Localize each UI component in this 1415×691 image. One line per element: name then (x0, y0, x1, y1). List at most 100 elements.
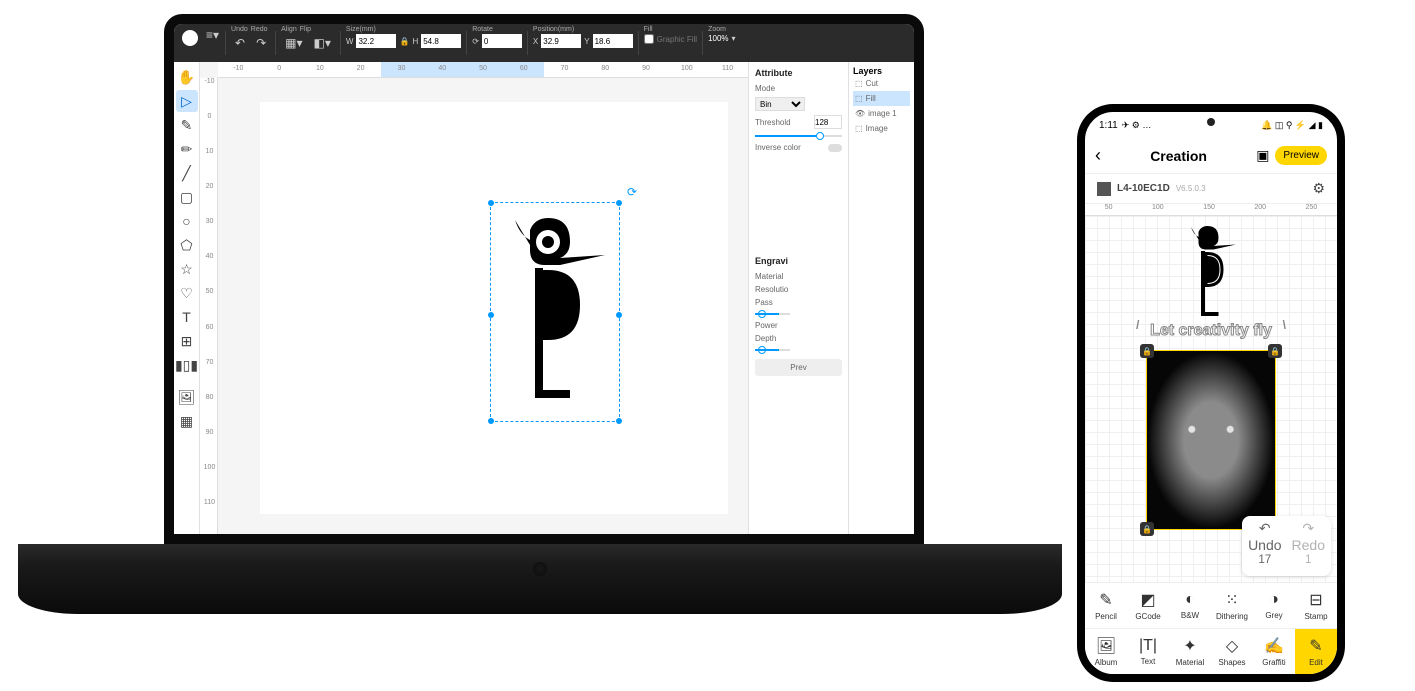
x-input[interactable] (541, 34, 581, 48)
pen-tool[interactable]: ✎ (176, 114, 198, 136)
tool-shapes[interactable]: ◇Shapes (1211, 629, 1253, 674)
canvas-area[interactable]: -100102030405060708090100110 -1001020304… (200, 62, 748, 534)
select-tool[interactable]: ▷ (176, 90, 198, 112)
threshold-slider[interactable] (755, 135, 842, 137)
menu-button[interactable]: ≡▾ (202, 26, 223, 44)
star-tool[interactable]: ☆ (176, 258, 198, 280)
line-tool[interactable]: ╱ (176, 162, 198, 184)
mode-grey[interactable]: ◑Grey (1253, 583, 1295, 628)
phone-canvas[interactable]: 50100150200250 Let creativity fly 🔒 🔒 🔒 … (1085, 204, 1337, 582)
tool-album[interactable]: 🖼Album (1085, 629, 1127, 674)
horizontal-ruler: -100102030405060708090100110 (218, 62, 748, 78)
album-icon: 🖼 (1096, 636, 1116, 656)
layer-item[interactable]: 👁image 1 (853, 106, 910, 121)
resize-handle[interactable] (616, 312, 622, 318)
mode-select[interactable]: Bin (755, 97, 805, 111)
lock-aspect-icon[interactable]: 🔒 (399, 37, 409, 46)
resize-handle[interactable] (616, 418, 622, 424)
page-title: Creation (1107, 148, 1250, 164)
rotate-handle-icon[interactable]: ⟳ (627, 185, 637, 199)
polygon-tool[interactable]: ⬠ (176, 234, 198, 256)
hand-tool[interactable]: ✋ (176, 66, 198, 88)
save-button[interactable]: ▣ (1256, 147, 1269, 164)
image-tool[interactable]: 🖼 (176, 386, 198, 408)
ellipse-tool[interactable]: ○ (176, 210, 198, 232)
depth-label: Depth (755, 334, 776, 343)
phone-undo-button[interactable]: ↶ Undo17 (1248, 520, 1281, 572)
lock-handle-icon[interactable]: 🔒 (1140, 522, 1154, 536)
heart-tool[interactable]: ♡ (176, 282, 198, 304)
layer-item[interactable]: ⬚Cut (853, 76, 910, 91)
tiger-image[interactable]: 🔒 🔒 🔒 ⤡ (1146, 350, 1276, 530)
threshold-input[interactable] (814, 115, 842, 129)
layer-name: Cut (866, 79, 878, 88)
inverse-toggle[interactable] (828, 144, 842, 152)
zoom-value[interactable]: 100% (708, 34, 728, 43)
app-logo-icon[interactable] (182, 30, 198, 46)
grey-icon: ◑ (1269, 591, 1279, 609)
phone-camera (1207, 118, 1215, 126)
text-icon: |T| (1139, 637, 1157, 655)
layer-icon: ⬚ (855, 79, 863, 88)
tool-text[interactable]: |T|Text (1127, 629, 1169, 674)
height-input[interactable] (421, 34, 461, 48)
tool-graffiti[interactable]: ✍Graffiti (1253, 629, 1295, 674)
tool-material[interactable]: ✦Material (1169, 629, 1211, 674)
mode-b&w[interactable]: ◐B&W (1169, 583, 1211, 628)
mode-stamp[interactable]: ⊟Stamp (1295, 583, 1337, 628)
rect-tool[interactable]: ▢ (176, 186, 198, 208)
depth-slider[interactable] (755, 349, 790, 351)
phone-bird-logo[interactable] (1181, 222, 1241, 322)
material-icon: ✦ (1183, 636, 1196, 656)
preview-button[interactable]: Prev (755, 359, 842, 376)
flip-button[interactable]: ◧▾ (310, 34, 335, 52)
bird-logo-image[interactable] (500, 210, 610, 410)
align-button[interactable]: ▦▾ (281, 34, 306, 52)
lock-handle-icon[interactable]: 🔒 (1268, 344, 1282, 358)
preview-button[interactable]: Preview (1275, 146, 1327, 165)
mode-gcode[interactable]: ◩GCode (1127, 583, 1169, 628)
back-button[interactable]: ‹ (1095, 145, 1101, 166)
size-label: Size(mm) (346, 26, 461, 33)
rotate-input[interactable] (482, 34, 522, 48)
threshold-label: Threshold (755, 118, 791, 127)
width-input[interactable] (356, 34, 396, 48)
resize-handle[interactable] (488, 418, 494, 424)
qr-tool[interactable]: ⊞ (176, 330, 198, 352)
settings-button[interactable]: ⚙ (1312, 180, 1325, 197)
layer-item[interactable]: ⬚Image (853, 121, 910, 136)
phone-redo-button[interactable]: ↷ Redo1 (1292, 520, 1325, 572)
layer-item[interactable]: ⬚Fill (853, 91, 910, 106)
rotate-label: Rotate (472, 26, 522, 33)
h-prefix: H (412, 37, 418, 46)
mode-pencil[interactable]: ✎Pencil (1085, 583, 1127, 628)
undo-label: Undo (231, 26, 248, 33)
lock-handle-icon[interactable]: 🔒 (1140, 344, 1154, 358)
mode-dithering[interactable]: ⁙Dithering (1211, 583, 1253, 628)
resize-handle[interactable] (616, 200, 622, 206)
redo-label: Redo (251, 26, 268, 33)
undo-button[interactable]: ↶ (231, 34, 249, 52)
redo-button[interactable]: ↷ (252, 34, 270, 52)
redo-icon: ↷ (1292, 520, 1325, 537)
device-version: V6.5.0.3 (1176, 184, 1206, 193)
tool-edit[interactable]: ✎Edit (1295, 629, 1337, 674)
barcode-tool[interactable]: ▮▯▮ (176, 354, 198, 376)
resize-handle[interactable] (488, 312, 494, 318)
zoom-dropdown-icon[interactable]: ▾ (732, 34, 736, 43)
pass-slider[interactable] (755, 313, 790, 315)
device-name: L4-10EC1D (1117, 183, 1170, 194)
text-tool[interactable]: T (176, 306, 198, 328)
edit-icon: ✎ (1309, 636, 1322, 656)
creativity-text[interactable]: Let creativity fly (1150, 322, 1272, 340)
layer-icon: 👁 (855, 109, 865, 118)
attribute-title: Attribute (755, 68, 842, 78)
folder-tool[interactable]: ▦ (176, 410, 198, 432)
resize-handle[interactable] (488, 200, 494, 206)
fill-checkbox[interactable] (644, 34, 654, 44)
pencil-tool[interactable]: ✏ (176, 138, 198, 160)
graffiti-icon: ✍ (1264, 636, 1284, 656)
y-input[interactable] (593, 34, 633, 48)
fill-label: Fill (644, 26, 697, 33)
canvas[interactable]: ⟳ (260, 102, 728, 514)
